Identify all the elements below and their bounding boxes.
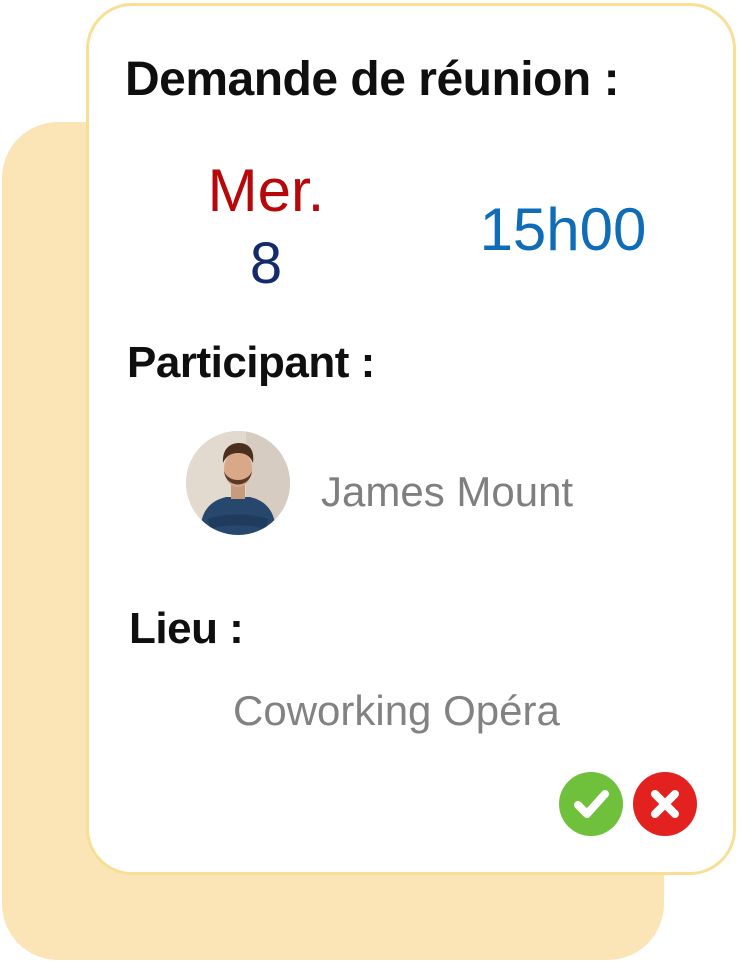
close-icon <box>651 790 679 818</box>
location-label: Lieu : <box>129 604 244 653</box>
check-icon <box>574 790 609 818</box>
meeting-day-name: Mer. <box>207 157 325 224</box>
card-title: Demande de réunion : <box>125 53 620 106</box>
person-avatar-icon <box>186 431 290 535</box>
avatar <box>186 431 290 535</box>
decline-button[interactable] <box>633 772 697 836</box>
meeting-day-number: 8 <box>249 231 283 296</box>
meeting-time: 15h00 <box>479 196 647 263</box>
participant-name: James Mount <box>321 468 574 515</box>
accept-button[interactable] <box>559 772 623 836</box>
location-value: Coworking Opéra <box>233 687 560 734</box>
meeting-request-card: Demande de réunion : Mer. 8 15h00 Partic… <box>86 3 736 875</box>
participant-label: Participant : <box>127 338 375 387</box>
